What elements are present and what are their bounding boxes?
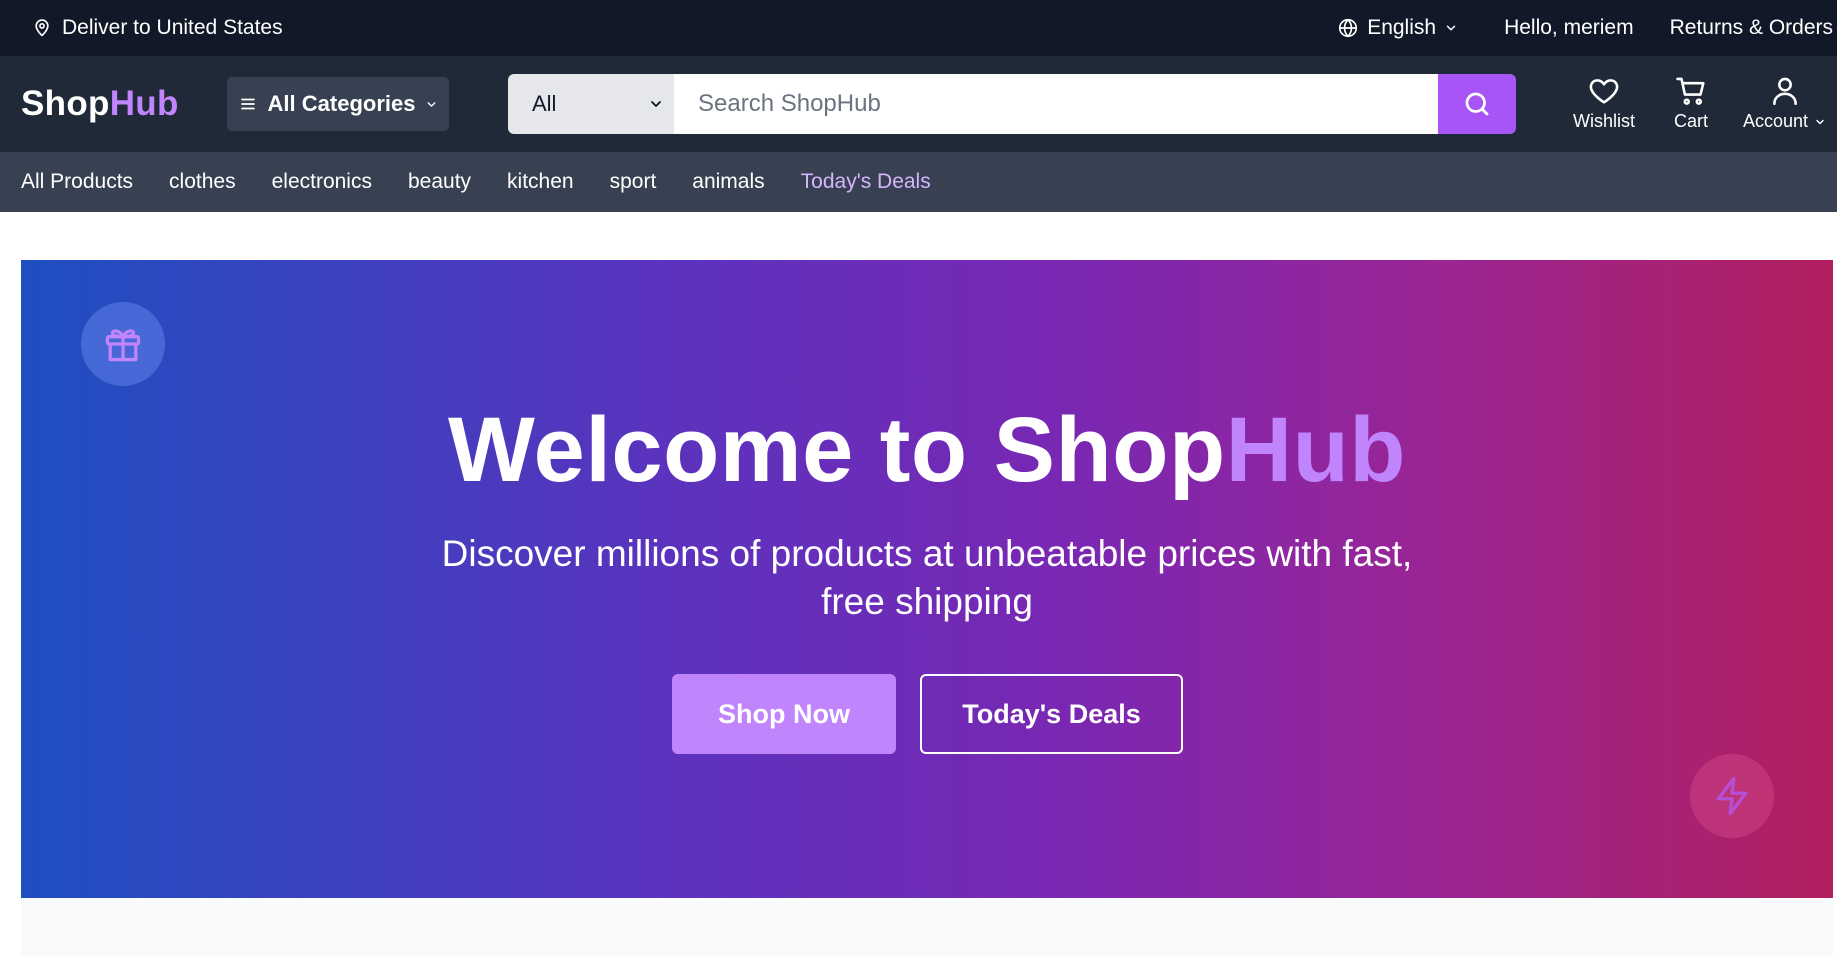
search-icon xyxy=(1462,89,1492,119)
logo-text-hub: Hub xyxy=(109,84,179,123)
hero-title-main: Welcome to Shop xyxy=(448,399,1226,501)
shophub-logo[interactable]: ShopHub xyxy=(21,84,179,124)
bolt-badge xyxy=(1690,754,1774,838)
topbar-right: English Hello, meriem Returns & Orders xyxy=(1337,0,1833,56)
location-pin-icon xyxy=(32,17,52,39)
hero-title-accent: Hub xyxy=(1225,399,1406,501)
nav-item-animals[interactable]: animals xyxy=(692,170,764,194)
account-button[interactable]: Account xyxy=(1743,74,1826,132)
heart-icon xyxy=(1586,74,1622,108)
bolt-icon xyxy=(1710,774,1754,818)
language-label: English xyxy=(1367,16,1437,39)
search-bar: All xyxy=(508,74,1516,134)
nav-item-kitchen[interactable]: kitchen xyxy=(507,170,574,194)
search-input[interactable] xyxy=(674,74,1438,134)
wishlist-label: Wishlist xyxy=(1573,111,1635,131)
top-utility-bar: Deliver to United States English Hello, … xyxy=(0,0,1837,56)
todays-deals-label: Today's Deals xyxy=(962,698,1141,729)
search-category-select[interactable]: All xyxy=(508,74,674,134)
chevron-down-icon xyxy=(425,98,438,111)
shop-now-label: Shop Now xyxy=(718,698,850,729)
chevron-down-icon xyxy=(1444,21,1458,35)
shop-now-button[interactable]: Shop Now xyxy=(672,674,896,754)
menu-icon xyxy=(238,95,258,113)
cart-label: Cart xyxy=(1673,111,1708,131)
chevron-down-icon xyxy=(1814,116,1826,128)
cart-button[interactable]: Cart xyxy=(1672,74,1710,132)
gift-icon xyxy=(101,322,145,366)
hero-title: Welcome to ShopHub xyxy=(21,398,1833,503)
logo-text-shop: Shop xyxy=(21,84,110,123)
language-selector[interactable]: English xyxy=(1337,16,1458,40)
cart-icon xyxy=(1672,74,1710,108)
globe-icon xyxy=(1337,17,1359,39)
user-greeting: Hello, meriem xyxy=(1504,16,1634,39)
main-header: ShopHub All Categories All Search ShopHu… xyxy=(0,56,1837,152)
nav-item-clothes[interactable]: clothes xyxy=(169,170,236,194)
todays-deals-button[interactable]: Today's Deals xyxy=(920,674,1183,754)
nav-item-beauty[interactable]: beauty xyxy=(408,170,471,194)
account-label: Account xyxy=(1743,111,1809,131)
all-categories-button[interactable]: All Categories xyxy=(227,77,449,131)
hero-banner: Welcome to ShopHub Discover millions of … xyxy=(21,260,1833,898)
hero-subtitle: Discover millions of products at unbeata… xyxy=(441,533,1413,622)
content-area xyxy=(21,898,1833,956)
chevron-down-icon xyxy=(648,96,664,112)
search-category-value: All xyxy=(532,91,557,116)
wishlist-button[interactable]: Wishlist xyxy=(1573,74,1635,132)
all-categories-label: All Categories xyxy=(267,91,416,116)
nav-item-all-products[interactable]: All Products xyxy=(21,170,133,194)
gift-badge xyxy=(81,302,165,386)
deliver-to-location[interactable]: Deliver to United States xyxy=(32,0,283,56)
nav-item-todays-deals[interactable]: Today's Deals xyxy=(801,170,931,194)
returns-orders-link[interactable]: Returns & Orders xyxy=(1670,16,1833,40)
category-nav: All Products clothes electronics beauty … xyxy=(0,152,1837,212)
nav-item-electronics[interactable]: electronics xyxy=(272,170,372,194)
deliver-text: Deliver to United States xyxy=(62,16,283,39)
user-icon xyxy=(1768,74,1802,108)
nav-item-sport[interactable]: sport xyxy=(610,170,657,194)
search-button[interactable] xyxy=(1438,74,1516,134)
